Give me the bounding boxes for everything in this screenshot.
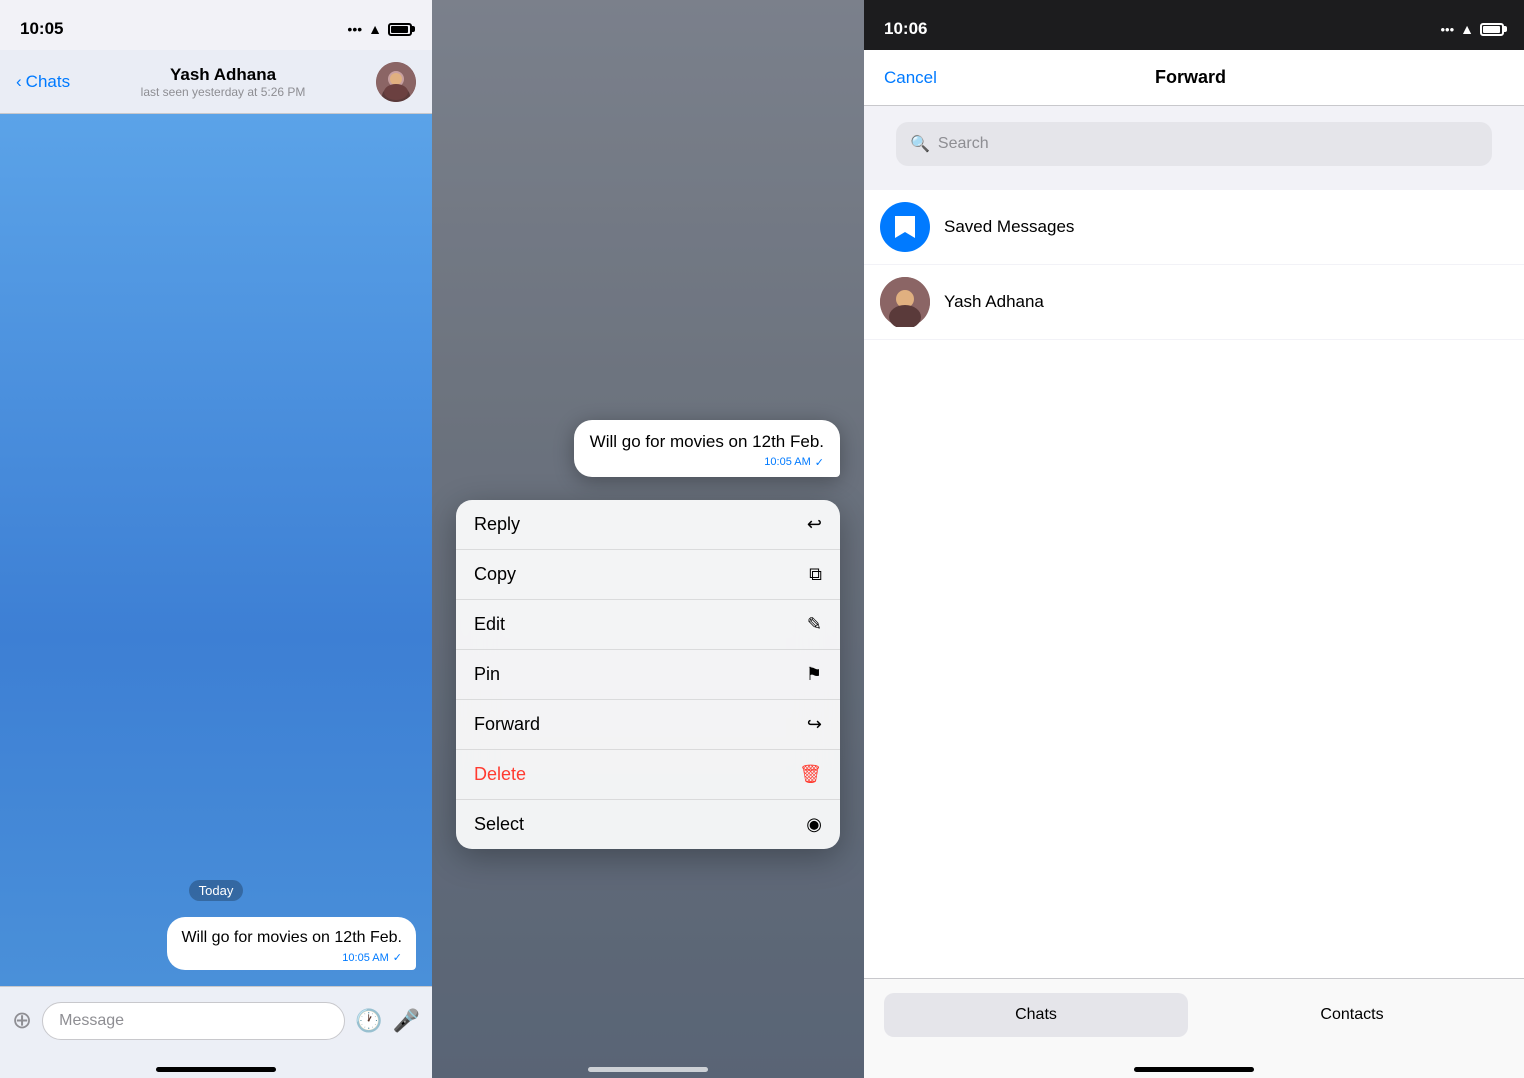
chat-status-bar: 10:05 ••• ▲	[0, 0, 432, 50]
context-menu: Reply ↩ Copy ⧉ Edit ✎ Pin ⚑ Forward ↪ De…	[456, 500, 840, 849]
message-meta: 10:05 AM ✓	[181, 951, 402, 964]
avatar-image	[376, 62, 416, 102]
forward-tab-contacts[interactable]: Contacts	[1200, 993, 1504, 1037]
date-badge: Today	[189, 880, 244, 901]
contact-name: Yash Adhana	[170, 65, 276, 85]
forward-status-bar: 10:06 ••• ▲	[864, 0, 1524, 50]
context-home-bar	[588, 1067, 708, 1072]
saved-messages-avatar	[880, 202, 930, 252]
forward-nav-bar: Cancel Forward	[864, 50, 1524, 106]
voice-mic-icon[interactable]: 🎤	[393, 1008, 420, 1034]
context-message-bubble: Will go for movies on 12th Feb. 10:05 AM…	[574, 420, 840, 477]
forward-wifi-icon: ▲	[1460, 21, 1474, 37]
chat-nav-bar: ‹ Chats Yash Adhana last seen yesterday …	[0, 50, 432, 114]
chat-status-icons: ••• ▲	[347, 21, 412, 37]
message-bubble[interactable]: Will go for movies on 12th Feb. 10:05 AM…	[167, 917, 416, 970]
home-indicator	[0, 1054, 432, 1078]
search-icon: 🔍	[910, 134, 930, 154]
avatar-svg	[376, 62, 416, 102]
forward-panel: 10:06 ••• ▲ Cancel Forward 🔍 Search	[864, 0, 1524, 1078]
forward-title: Forward	[1155, 67, 1226, 88]
forward-list-item-saved[interactable]: Saved Messages	[864, 190, 1524, 265]
message-text: Will go for movies on 12th Feb.	[181, 929, 402, 946]
chat-panel: 10:05 ••• ▲ ‹ Chats Yash Adhana last see…	[0, 0, 432, 1078]
context-menu-select[interactable]: Select ◉	[456, 800, 840, 849]
context-message-meta: 10:05 AM ✓	[590, 456, 824, 469]
forward-contacts-list: Saved Messages Yash Adhana	[864, 190, 1524, 978]
contact-avatar[interactable]	[376, 62, 416, 102]
context-select-icon: ◉	[806, 814, 822, 835]
forward-search-bar[interactable]: 🔍 Search	[896, 122, 1492, 166]
yash-avatar	[880, 277, 930, 327]
context-pin-label: Pin	[474, 664, 500, 685]
context-copy-label: Copy	[474, 564, 516, 585]
attachment-button[interactable]: ⊕	[12, 1006, 32, 1035]
battery-icon	[388, 23, 412, 36]
context-pin-icon: ⚑	[806, 664, 822, 685]
context-menu-pin[interactable]: Pin ⚑	[456, 650, 840, 700]
chat-status-time: 10:05	[20, 19, 63, 39]
context-menu-copy[interactable]: Copy ⧉	[456, 550, 840, 600]
chat-messages-area: Today Will go for movies on 12th Feb. 10…	[0, 114, 432, 986]
message-checkmark: ✓	[393, 951, 402, 964]
context-edit-icon: ✎	[807, 614, 822, 635]
contact-status: last seen yesterday at 5:26 PM	[141, 85, 306, 99]
chats-tab-label: Chats	[1015, 1006, 1057, 1024]
back-chevron-icon: ‹	[16, 72, 22, 92]
emoji-sticker-icon[interactable]: 🕐	[355, 1008, 382, 1034]
context-menu-reply[interactable]: Reply ↩	[456, 500, 840, 550]
forward-search-container: 🔍 Search	[864, 106, 1524, 182]
saved-messages-icon	[890, 212, 920, 242]
chat-contact-info: Yash Adhana last seen yesterday at 5:26 …	[141, 65, 306, 99]
yash-avatar-svg	[880, 277, 930, 327]
forward-battery-icon	[1480, 23, 1504, 36]
context-menu-edit[interactable]: Edit ✎	[456, 600, 840, 650]
wifi-icon: ▲	[368, 21, 382, 37]
search-placeholder: Search	[938, 135, 989, 153]
context-copy-icon: ⧉	[809, 564, 822, 585]
message-time: 10:05 AM	[342, 952, 388, 964]
context-reply-icon: ↩	[807, 514, 822, 535]
forward-tab-chats[interactable]: Chats	[884, 993, 1188, 1037]
forward-list-item-yash[interactable]: Yash Adhana	[864, 265, 1524, 340]
forward-status-icons: ••• ▲	[1440, 21, 1504, 37]
saved-messages-name: Saved Messages	[944, 217, 1074, 237]
date-separator: Today	[16, 880, 416, 901]
context-home-indicator	[432, 1054, 864, 1078]
forward-home-indicator	[864, 1050, 1524, 1078]
forward-signal-icon: •••	[1440, 22, 1454, 37]
input-right-icons: 🕐 🎤	[355, 1008, 420, 1034]
forward-bottom-tabs: Chats Contacts	[864, 978, 1524, 1050]
context-message-check: ✓	[815, 456, 824, 469]
forward-cancel-button[interactable]: Cancel	[884, 68, 937, 88]
yash-name: Yash Adhana	[944, 292, 1044, 312]
chat-back-button[interactable]: ‹ Chats	[16, 72, 70, 92]
context-reply-label: Reply	[474, 514, 520, 535]
message-placeholder: Message	[59, 1012, 124, 1030]
chat-input-bar: ⊕ Message 🕐 🎤	[0, 986, 432, 1054]
message-input[interactable]: Message	[42, 1002, 345, 1040]
context-forward-label: Forward	[474, 714, 540, 735]
context-menu-panel: Will go for movies on 12th Feb. 10:05 AM…	[432, 0, 864, 1078]
home-bar	[156, 1067, 276, 1072]
context-menu-forward[interactable]: Forward ↪	[456, 700, 840, 750]
contacts-tab-label: Contacts	[1320, 1006, 1383, 1024]
context-menu-delete[interactable]: Delete 🗑	[456, 750, 840, 800]
context-message-time: 10:05 AM	[764, 456, 810, 469]
context-select-label: Select	[474, 814, 524, 835]
forward-home-bar	[1134, 1067, 1254, 1072]
context-forward-icon: ↪	[807, 714, 822, 735]
context-delete-label: Delete	[474, 764, 526, 785]
forward-status-time: 10:06	[884, 19, 927, 39]
context-edit-label: Edit	[474, 614, 505, 635]
context-message-text: Will go for movies on 12th Feb.	[590, 432, 824, 451]
chats-back-label[interactable]: Chats	[26, 72, 70, 92]
signal-icon: •••	[347, 21, 362, 37]
context-delete-icon: 🗑	[799, 764, 822, 785]
